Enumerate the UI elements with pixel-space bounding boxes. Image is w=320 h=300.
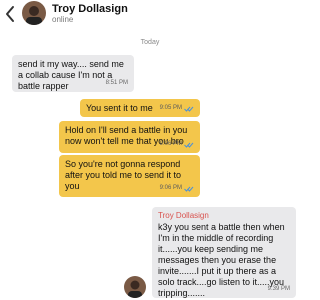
message-meta: 9:39 PM <box>268 284 290 295</box>
message-bubble-incoming[interactable]: send it my way.... send me a collab caus… <box>12 55 134 92</box>
back-chevron-icon[interactable] <box>4 5 16 23</box>
chat-header: Troy Dollasign online <box>0 0 300 28</box>
double-check-icon <box>184 142 194 148</box>
message-time: 9:39 PM <box>267 286 290 292</box>
message-time: 9:06 PM <box>159 185 182 191</box>
message-time: 9:05 PM <box>159 105 182 111</box>
message-bubble-outgoing[interactable]: So you're not gonna respond after you to… <box>59 155 200 197</box>
message-bubble-incoming[interactable]: Troy Dollasign k3y you sent a battle the… <box>152 207 296 298</box>
message-bubble-outgoing[interactable]: You sent it to me 9:05 PM <box>80 99 200 117</box>
contact-status: online <box>52 15 74 24</box>
message-meta: 8:51 PM <box>106 78 128 89</box>
double-check-icon <box>184 106 194 112</box>
sender-avatar[interactable] <box>124 276 146 298</box>
message-meta: 9:06 PM <box>160 139 194 150</box>
message-meta: 9:06 PM <box>160 183 194 194</box>
message-meta: 9:05 PM <box>160 103 194 114</box>
double-check-icon <box>184 186 194 192</box>
date-divider: Today <box>140 39 160 46</box>
message-time: 9:06 PM <box>159 141 182 147</box>
contact-avatar[interactable] <box>22 1 46 25</box>
message-bubble-outgoing[interactable]: Hold on I'll send a battle in you now wo… <box>59 121 200 153</box>
sender-name[interactable]: Troy Dollasign <box>158 211 290 221</box>
contact-name[interactable]: Troy Dollasign <box>52 3 128 15</box>
message-time: 8:51 PM <box>105 80 128 86</box>
